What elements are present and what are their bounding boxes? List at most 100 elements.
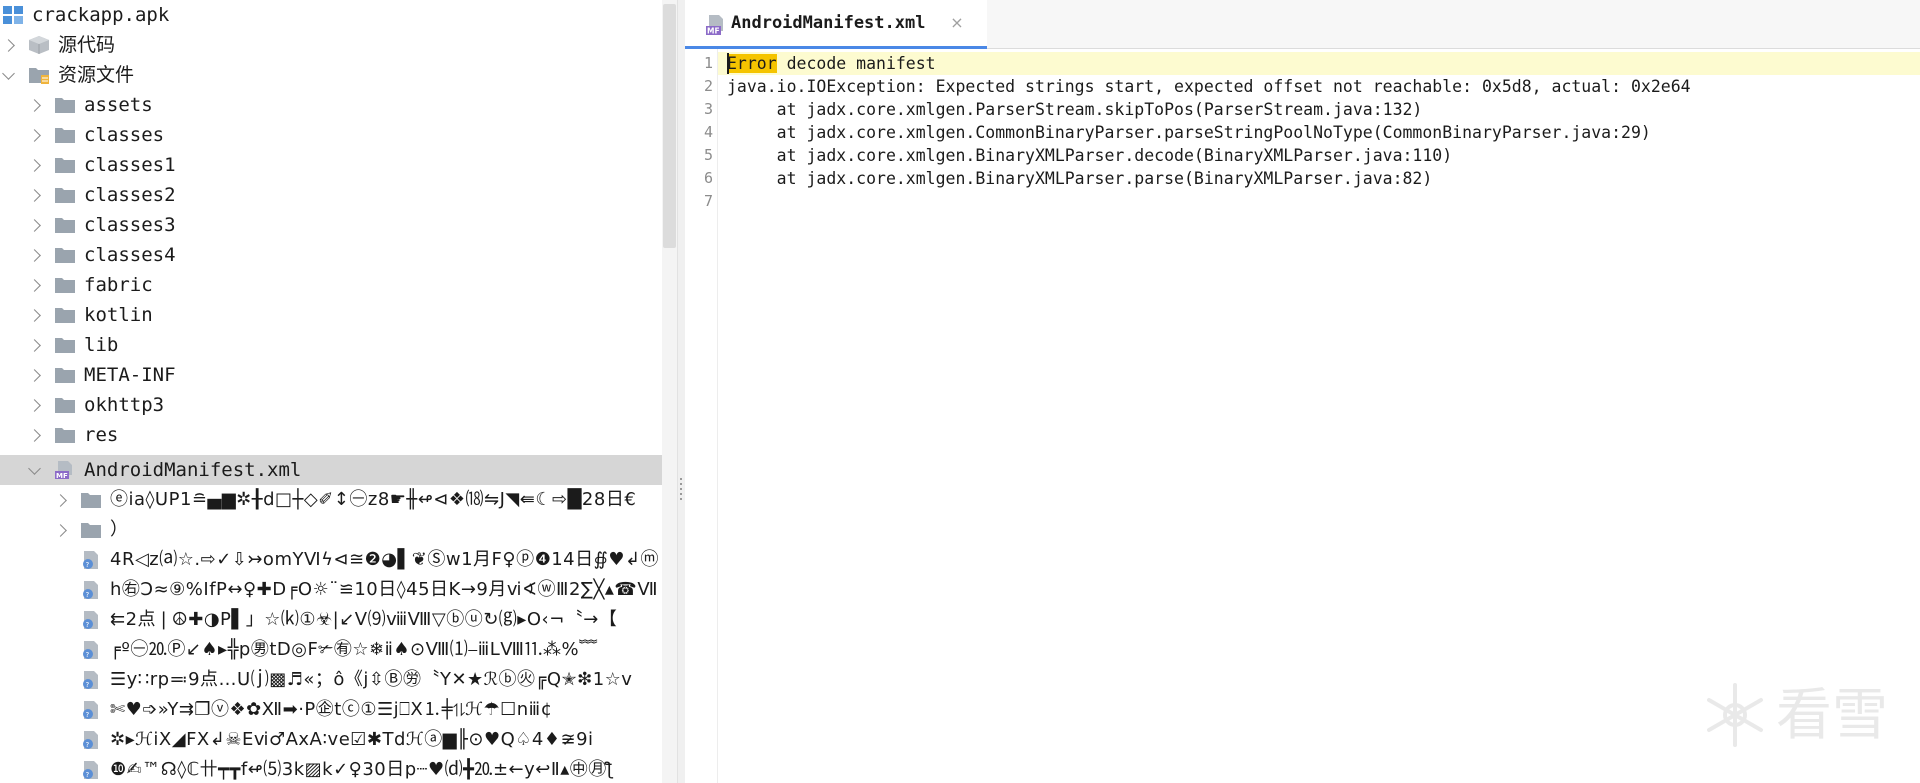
tree-garbled-file[interactable]: ? ❿✍™☊◊ℂ卄┯┳f↫⑸3k▨k✓♀30日p┈♥⒟╋⒛±←y↩Ⅱ▴㊥㊊ƪ: [0, 755, 662, 783]
chevron-down-icon[interactable]: [28, 462, 41, 475]
tree-item-label: 4R◁z⒜☆.⇨✓⇩↣omYⅥϟ⊲≅❷◕▌❦Ⓢw1月F♀ⓟ❹14日∯♥↲ⓜ: [110, 549, 660, 570]
tree-item-label: ✲▸ℋiⅩ◢FⅩ↲☠Eⅵ♂AxA∶ve☑✱Tdℋⓐ▆╟⊙♥Q♤4♦≆9i: [110, 729, 594, 750]
resource-folder-icon: [29, 68, 49, 84]
tree-folder-res[interactable]: res: [0, 420, 662, 450]
code-line-2[interactable]: java.io.IOException: Expected strings st…: [727, 75, 1691, 98]
tree-root-row[interactable]: crackapp.apk: [0, 0, 662, 30]
code-line-4[interactable]: at jadx.core.xmlgen.CommonBinaryParser.p…: [727, 121, 1651, 144]
tree-item-label: ☰y∷rp≕9点…U⒥▩♬«；ô《j⇳Ⓑ㊘〝Y✕★ℛⓑ㊋╔Q✭❇1☆ⅴ: [110, 669, 633, 690]
tab-android-manifest[interactable]: MF AndroidManifest.xml ×: [685, 0, 987, 49]
tree-item-label: res: [84, 424, 119, 446]
tree-garbled-file[interactable]: ? ✄♥➩»Y⇉❐ⓥ❖✿Ⅻ➡·P㊭tⓒ①☰j⎕Ⅹ⒈╪⥮ℋ☂☐nⅲ¢: [0, 695, 662, 725]
tree-folder-classes2[interactable]: classes2: [0, 180, 662, 210]
tree-garbled-file[interactable]: ? ☰y∷rp≕9点…U⒥▩♬«；ô《j⇳Ⓑ㊘〝Y✕★ℛⓑ㊋╔Q✭❇1☆ⅴ: [0, 665, 662, 695]
chevron-right-icon[interactable]: [28, 249, 41, 262]
unknown-file-icon: ?: [83, 731, 98, 749]
folder-icon: [55, 218, 75, 233]
tree-item-android-manifest[interactable]: MF AndroidManifest.xml: [0, 455, 662, 485]
code-line-3[interactable]: at jadx.core.xmlgen.ParserStream.skipToP…: [727, 98, 1423, 121]
tree-item-label: ）: [110, 519, 129, 540]
code-editor[interactable]: Error decode manifest java.io.IOExceptio…: [718, 49, 1920, 783]
line-number: 4: [703, 123, 713, 141]
tree-garbled-file[interactable]: ? ✲▸ℋiⅩ◢FⅩ↲☠Eⅵ♂AxA∶ve☑✱Tdℋⓐ▆╟⊙♥Q♤4♦≆9i: [0, 725, 662, 755]
tree-folder-classes4[interactable]: classes4: [0, 240, 662, 270]
tree-root-label: crackapp.apk: [32, 4, 170, 26]
chevron-down-icon[interactable]: [2, 67, 15, 80]
folder-icon: [55, 248, 75, 263]
tree-folder-meta-inf[interactable]: META-INF: [0, 360, 662, 390]
svg-text:?: ?: [86, 591, 90, 599]
tree-garbled-file[interactable]: ? ⇇2点❘☮✚◑P▌」☆⒦①☣|↙V⑼ⅷⅧ▽ⓑⓤ↻⒢▸O‹¬〝→【: [0, 605, 662, 635]
folder-icon: [55, 128, 75, 143]
chevron-right-icon[interactable]: [28, 159, 41, 172]
tree-folder-classes[interactable]: classes: [0, 120, 662, 150]
svg-text:?: ?: [86, 561, 90, 569]
unknown-file-icon: ?: [83, 701, 98, 719]
folder-icon: [55, 398, 75, 413]
tree-folder-kotlin[interactable]: kotlin: [0, 300, 662, 330]
code-line-6[interactable]: at jadx.core.xmlgen.BinaryXMLParser.pars…: [727, 167, 1433, 190]
svg-text:?: ?: [86, 711, 90, 719]
tree-garbled-folder[interactable]: ）: [0, 515, 662, 545]
unknown-file-icon: ?: [83, 641, 98, 659]
folder-icon: [55, 278, 75, 293]
folder-icon: [81, 493, 101, 508]
tree-folder-classes3[interactable]: classes3: [0, 210, 662, 240]
unknown-file-icon: ?: [83, 581, 98, 599]
chevron-right-icon[interactable]: [2, 39, 15, 52]
code-line-1[interactable]: Error decode manifest: [727, 52, 936, 75]
folder-icon: [55, 428, 75, 443]
line-number: 2: [703, 77, 713, 95]
apk-icon: [3, 6, 23, 24]
tree-folder-classes1[interactable]: classes1: [0, 150, 662, 180]
chevron-right-icon[interactable]: [54, 524, 67, 537]
tree-scrollbar-thumb[interactable]: [663, 4, 676, 248]
tree-folder-okhttp3[interactable]: okhttp3: [0, 390, 662, 420]
code-line-5[interactable]: at jadx.core.xmlgen.BinaryXMLParser.deco…: [727, 144, 1453, 167]
tree-folder-fabric[interactable]: fabric: [0, 270, 662, 300]
chevron-right-icon[interactable]: [28, 279, 41, 292]
tree-item-source-code[interactable]: 源代码: [0, 30, 662, 60]
svg-text:?: ?: [86, 741, 90, 749]
editor-tab-bar: MF AndroidManifest.xml ×: [685, 0, 1920, 49]
tree-item-resources[interactable]: 资源文件: [0, 60, 662, 90]
tree-garbled-file[interactable]: ? 4R◁z⒜☆.⇨✓⇩↣omYⅥϟ⊲≅❷◕▌❦Ⓢw1月F♀ⓟ❹14日∯♥↲ⓜ: [0, 545, 662, 575]
chevron-right-icon[interactable]: [28, 399, 41, 412]
tree-folder-assets[interactable]: assets: [0, 90, 662, 120]
tree-item-label: fabric: [84, 274, 153, 296]
chevron-right-icon[interactable]: [28, 99, 41, 112]
svg-text:MF: MF: [707, 27, 720, 36]
tree-item-label: h㊨Ↄ≈⑨%IfP↔♀✚D╒O☼¨≌10日◊45日K→9月ⅵ∢ⓦⅢ2∑╳▴☎Ⅶ: [110, 579, 658, 600]
tree-item-label: classes4: [84, 244, 176, 266]
chevron-right-icon[interactable]: [28, 129, 41, 142]
chevron-right-icon[interactable]: [28, 189, 41, 202]
chevron-right-icon[interactable]: [28, 369, 41, 382]
folder-icon: [55, 338, 75, 353]
splitter-grip-icon: [680, 478, 682, 502]
svg-text:?: ?: [86, 621, 90, 629]
error-word-highlight: Error: [727, 54, 777, 73]
chevron-right-icon[interactable]: [28, 219, 41, 232]
unknown-file-icon: ?: [83, 611, 98, 629]
chevron-right-icon[interactable]: [28, 309, 41, 322]
line-number-gutter: 1 2 3 4 5 6 7: [685, 49, 718, 783]
tree-garbled-file[interactable]: ? ╒º㊀⒛Ⓟ↙♠▸╬p㊚tD◎F✃㊒☆❄ⅱ♠⊙Ⅷ⑴⎯ⅲLⅧ⒒⁂%﹌: [0, 635, 662, 665]
project-tree[interactable]: crackapp.apk 源代码 资源文件 assets classes cla…: [0, 0, 662, 783]
tree-folder-lib[interactable]: lib: [0, 330, 662, 360]
folder-icon: [55, 98, 75, 113]
svg-text:MF: MF: [56, 472, 68, 480]
tab-title: AndroidManifest.xml: [731, 13, 926, 33]
folder-icon: [55, 158, 75, 173]
chevron-right-icon[interactable]: [28, 429, 41, 442]
code-text: decode manifest: [776, 54, 936, 73]
close-icon[interactable]: ×: [947, 13, 967, 33]
tree-item-label: META-INF: [84, 364, 176, 386]
chevron-right-icon[interactable]: [28, 339, 41, 352]
tree-garbled-file[interactable]: ? h㊨Ↄ≈⑨%IfP↔♀✚D╒O☼¨≌10日◊45日K→9月ⅵ∢ⓦⅢ2∑╳▴☎…: [0, 575, 662, 605]
tree-item-label: ╒º㊀⒛Ⓟ↙♠▸╬p㊚tD◎F✃㊒☆❄ⅱ♠⊙Ⅷ⑴⎯ⅲLⅧ⒒⁂%﹌: [110, 639, 598, 660]
chevron-right-icon[interactable]: [54, 494, 67, 507]
tree-garbled-folder[interactable]: ⓔia◊UP1≘▄▆✲╂d□┼◇✐↕㊀z8☛╫↫⊲❖⒅⇋J◥⇚☾⇨█28日€: [0, 485, 662, 515]
tree-item-label: classes: [84, 124, 165, 146]
tree-item-label: 资源文件: [58, 64, 135, 86]
tree-item-label: AndroidManifest.xml: [84, 459, 302, 481]
